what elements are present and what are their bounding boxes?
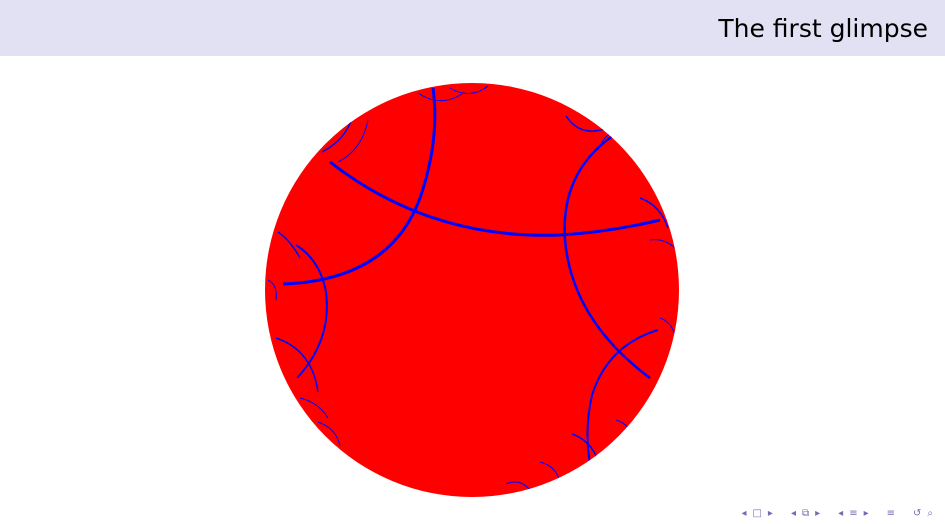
back-icon[interactable]: ↺ [913, 507, 921, 521]
section-icon[interactable]: ≡ [849, 507, 857, 521]
prev-frame-icon[interactable]: ◂ [741, 507, 746, 521]
next-section-icon[interactable]: ▸ [864, 507, 869, 521]
subsection-icon[interactable]: ⧉ [802, 507, 809, 521]
prev-section-icon[interactable]: ◂ [838, 507, 843, 521]
prev-subsection-icon[interactable]: ◂ [791, 507, 796, 521]
poincare-disk-diagram [265, 83, 679, 497]
next-subsection-icon[interactable]: ▸ [815, 507, 820, 521]
search-icon[interactable]: ⌕ [927, 507, 933, 521]
disk-background [265, 83, 679, 497]
align-icon[interactable]: ≡ [887, 507, 895, 521]
beamer-navigation: ◂ □ ▸ ◂ ⧉ ▸ ◂ ≡ ▸ ≡ ↺ ⌕ [741, 507, 933, 521]
frame-icon[interactable]: □ [752, 507, 761, 521]
next-frame-icon[interactable]: ▸ [768, 507, 773, 521]
